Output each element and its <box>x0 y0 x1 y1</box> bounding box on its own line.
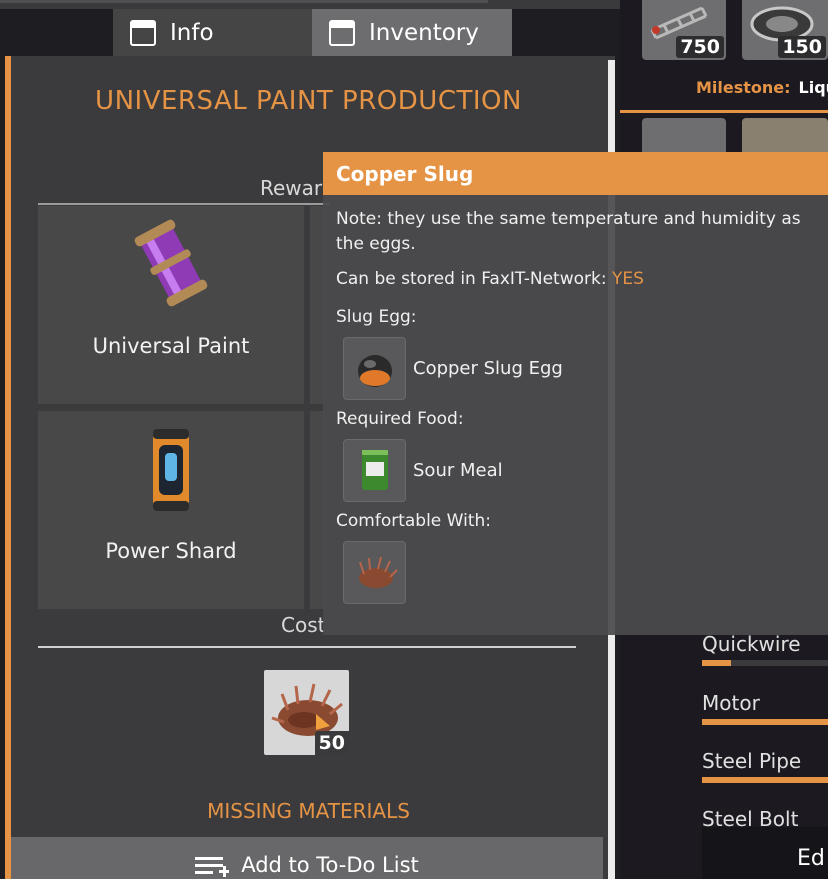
sour-meal-name: Sour Meal <box>413 460 503 481</box>
tab-info-label: Info <box>170 19 214 46</box>
tab-info[interactable]: Info <box>113 9 312 56</box>
storage-value: YES <box>612 269 644 289</box>
item-tooltip: Copper Slug Note: they use the same temp… <box>323 152 828 635</box>
reward-card-partial[interactable] <box>310 206 324 404</box>
right-item-card[interactable]: 750 <box>642 0 726 60</box>
required-food-label: Required Food: <box>336 409 464 429</box>
comfortable-with-label: Comfortable With: <box>336 511 491 531</box>
slug-egg-name: Copper Slug Egg <box>413 358 563 379</box>
copper-slug-egg-icon <box>357 354 392 387</box>
tab-inventory[interactable]: Inventory <box>312 9 512 56</box>
cost-count: 50 <box>314 731 349 755</box>
power-shard-icon <box>153 429 189 511</box>
cost-divider <box>38 646 576 648</box>
cost-item-copper-slug[interactable]: 50 <box>264 670 349 755</box>
copper-slug-icon <box>358 556 398 588</box>
window-icon <box>130 19 156 46</box>
right-item-card[interactable]: 150 <box>742 0 828 60</box>
sour-meal-icon <box>361 449 388 490</box>
comfortable-with-item[interactable] <box>343 541 406 604</box>
milestone-divider <box>620 110 828 113</box>
top-strip <box>0 0 620 9</box>
milestone-label: Milestone:Liqu <box>696 78 828 97</box>
page-title: UNIVERSAL PAINT PRODUCTION <box>95 86 522 116</box>
paint-canister-icon <box>134 219 208 307</box>
item-count: 750 <box>676 36 724 58</box>
reward-name: Universal Paint <box>92 334 250 358</box>
progress-item-name: Steel Pipe <box>702 749 802 773</box>
milestone-value: Liqu <box>798 78 828 97</box>
panel-accent-bar <box>5 56 11 879</box>
progress-item-name: Motor <box>702 691 760 715</box>
slug-egg-label: Slug Egg: <box>336 307 417 327</box>
window-icon <box>329 19 355 46</box>
cost-label: Cost <box>281 613 326 637</box>
progress-item-name: Quickwire <box>702 632 801 656</box>
reward-card-universal-paint[interactable]: Universal Paint <box>38 206 304 404</box>
edit-button-label[interactable]: Ed <box>797 846 825 871</box>
progress-bar <box>702 777 828 783</box>
tooltip-storage: Can be stored in FaxIT-Network: YES <box>336 269 644 289</box>
tab-inventory-label: Inventory <box>369 19 479 46</box>
reward-name: Power Shard <box>105 539 237 563</box>
required-food-item[interactable] <box>343 439 406 502</box>
reward-card-partial[interactable] <box>310 411 324 609</box>
top-strip-highlight <box>0 0 488 3</box>
rewards-label: Rewar <box>260 176 323 200</box>
progress-bar <box>702 660 731 666</box>
tooltip-note: Note: they use the same temperature and … <box>336 209 801 254</box>
reward-card-power-shard[interactable]: Power Shard <box>38 411 304 609</box>
tooltip-title: Copper Slug <box>323 152 828 195</box>
progress-bar <box>702 719 828 725</box>
add-list-icon <box>195 853 230 877</box>
missing-materials-label: MISSING MATERIALS <box>207 799 410 823</box>
rewards-divider <box>38 203 330 205</box>
add-to-todo-button[interactable]: Add to To-Do List <box>11 837 603 879</box>
add-to-todo-label: Add to To-Do List <box>241 853 419 877</box>
item-count: 150 <box>778 36 826 58</box>
slug-egg-item[interactable] <box>343 337 406 400</box>
